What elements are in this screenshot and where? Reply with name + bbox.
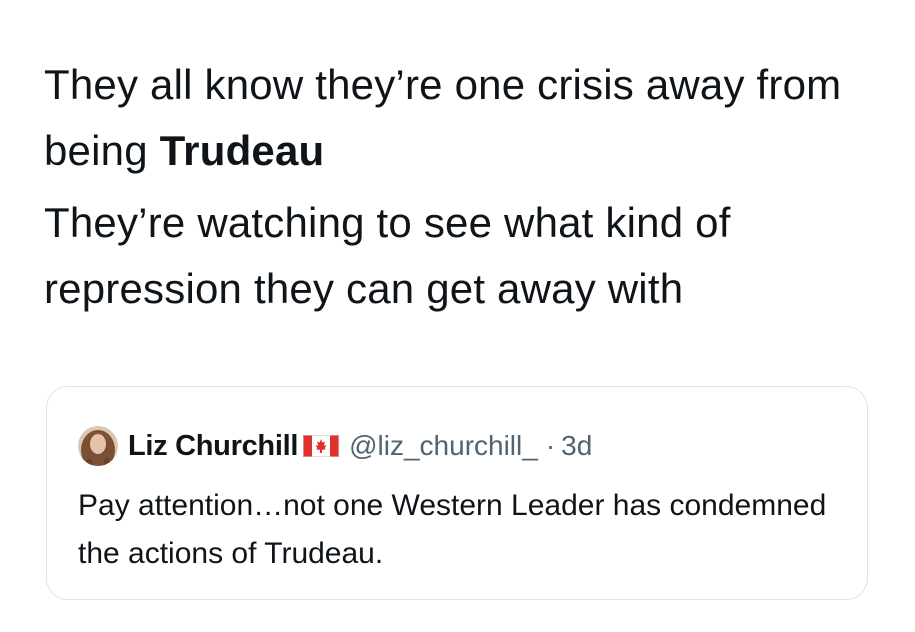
meta-separator: ·	[545, 430, 556, 461]
tweet-paragraph-1: They all know they’re one crisis away fr…	[44, 52, 894, 184]
quoted-timestamp[interactable]: 3d	[561, 430, 592, 462]
avatar-image	[78, 426, 118, 466]
quoted-display-name[interactable]: Liz Churchill	[128, 430, 298, 463]
tweet-paragraph-2: They’re watching to see what kind of rep…	[44, 199, 731, 312]
canada-flag-icon	[303, 435, 340, 457]
quoted-handle[interactable]: @liz_churchill_	[349, 430, 538, 462]
quoted-tweet-text: Pay attention…not one Western Leader has…	[78, 489, 827, 570]
quoted-tweet-card[interactable]: Liz Churchill @liz_churchill_ · 3d Pay a…	[46, 386, 868, 600]
tweet-text: They all know they’re one crisis away fr…	[44, 52, 894, 322]
tweet-bold-mention: Trudeau	[159, 127, 325, 174]
avatar[interactable]	[78, 426, 118, 466]
quoted-tweet-header: Liz Churchill @liz_churchill_ · 3d	[78, 425, 592, 467]
